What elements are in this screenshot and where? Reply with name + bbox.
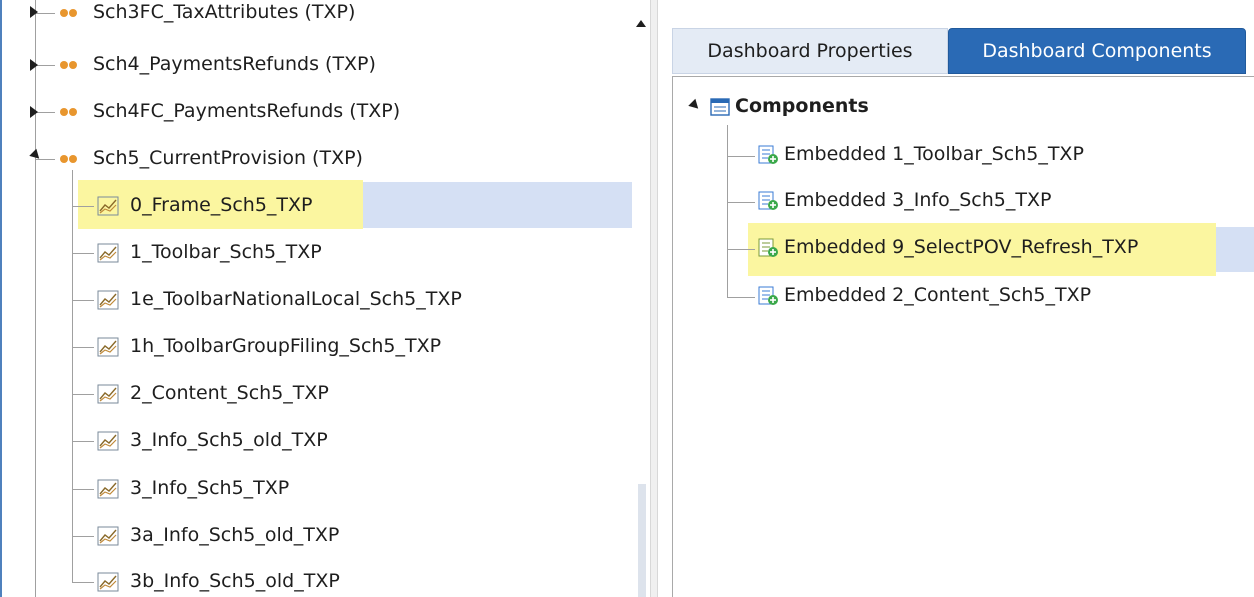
group-dots-icon — [60, 61, 80, 71]
tree-connector — [727, 297, 755, 298]
dashboard-editor-pane: Dashboard Properties Dashboard Component… — [658, 0, 1254, 597]
tree-connector — [72, 582, 94, 583]
tree-connector — [727, 249, 755, 250]
tree-item-group[interactable]: Sch4FC_PaymentsRefunds (TXP) — [93, 100, 400, 122]
tree-connector — [35, 112, 55, 113]
pane-splitter[interactable] — [650, 0, 658, 597]
tree-connector — [72, 253, 94, 254]
component-item[interactable]: Embedded 3_Info_Sch5_TXP — [784, 189, 1051, 211]
vertical-scrollbar-thumb[interactable] — [638, 484, 646, 597]
components-root-label[interactable]: Components — [735, 95, 869, 117]
tree-item-dashboard[interactable]: 1_Toolbar_Sch5_TXP — [130, 241, 322, 263]
dashboard-chart-icon — [97, 337, 119, 357]
tree-item-group[interactable]: Sch5_CurrentProvision (TXP) — [93, 147, 363, 169]
tree-connector — [72, 441, 94, 442]
collapsed-arrow-icon[interactable] — [30, 6, 38, 18]
tree-item-dashboard[interactable]: 3_Info_Sch5_TXP — [130, 477, 289, 499]
tree-item-group[interactable]: Sch3FC_TaxAttributes (TXP) — [93, 1, 355, 23]
tree-connector — [35, 65, 55, 66]
tree-item-dashboard[interactable]: 1e_ToolbarNationalLocal_Sch5_TXP — [130, 288, 462, 310]
expanded-arrow-icon[interactable] — [688, 98, 702, 113]
component-item[interactable]: Embedded 1_Toolbar_Sch5_TXP — [784, 143, 1084, 165]
scroll-up-arrow-icon[interactable] — [636, 20, 646, 27]
tree-item-group[interactable]: Sch4_PaymentsRefunds (TXP) — [93, 53, 376, 75]
tree-connector — [72, 206, 94, 207]
tree-connector — [72, 536, 94, 537]
tree-connector — [727, 202, 755, 203]
dashboard-chart-icon — [97, 526, 119, 546]
dashboard-chart-icon — [97, 572, 119, 592]
tree-connector — [72, 300, 94, 301]
tree-item-dashboard[interactable]: 3_Info_Sch5_old_TXP — [130, 429, 328, 451]
dashboard-chart-icon — [97, 479, 119, 499]
embedded-component-icon — [758, 286, 778, 305]
expanded-arrow-icon[interactable] — [29, 148, 43, 163]
group-dots-icon — [60, 155, 80, 165]
dashboard-chart-icon — [97, 384, 119, 404]
group-dots-icon — [60, 9, 80, 19]
tab-dashboard-components[interactable]: Dashboard Components — [948, 28, 1246, 74]
tree-item-dashboard[interactable]: 3a_Info_Sch5_old_TXP — [130, 524, 339, 546]
embedded-component-icon — [758, 238, 778, 257]
selection-highlight — [362, 182, 632, 228]
tree-item-dashboard[interactable]: 3b_Info_Sch5_old_TXP — [130, 570, 340, 592]
tree-guide-line — [727, 125, 728, 298]
embedded-component-icon — [758, 191, 778, 210]
tree-connector — [72, 489, 94, 490]
components-panel: Components Embedded 1_Toolbar_Sch5_TXP E… — [672, 76, 1254, 597]
collapsed-arrow-icon[interactable] — [30, 59, 38, 71]
collapsed-arrow-icon[interactable] — [30, 106, 38, 118]
tree-item-dashboard[interactable]: 1h_ToolbarGroupFiling_Sch5_TXP — [130, 335, 441, 357]
tree-connector — [72, 394, 94, 395]
tree-item-dashboard[interactable]: 2_Content_Sch5_TXP — [130, 382, 329, 404]
tree-item-dashboard[interactable]: 0_Frame_Sch5_TXP — [130, 194, 313, 216]
tab-dashboard-properties[interactable]: Dashboard Properties — [672, 28, 948, 74]
group-dots-icon — [60, 108, 80, 118]
tree-connector — [72, 347, 94, 348]
dashboard-tree-pane: Sch3FC_TaxAttributes (TXP) Sch4_Payments… — [2, 0, 650, 597]
selection-highlight — [1213, 227, 1254, 272]
tree-connector — [35, 13, 55, 14]
dashboard-chart-icon — [97, 431, 119, 451]
embedded-component-icon — [758, 145, 778, 164]
tree-guide-line — [35, 0, 36, 597]
component-item[interactable]: Embedded 2_Content_Sch5_TXP — [784, 284, 1091, 306]
dashboard-chart-icon — [97, 196, 119, 216]
dashboard-chart-icon — [97, 290, 119, 310]
tree-guide-line — [72, 170, 73, 582]
tree-connector — [727, 156, 755, 157]
component-item[interactable]: Embedded 9_SelectPOV_Refresh_TXP — [784, 236, 1138, 258]
dashboard-chart-icon — [97, 243, 119, 263]
components-list-icon — [710, 98, 730, 116]
